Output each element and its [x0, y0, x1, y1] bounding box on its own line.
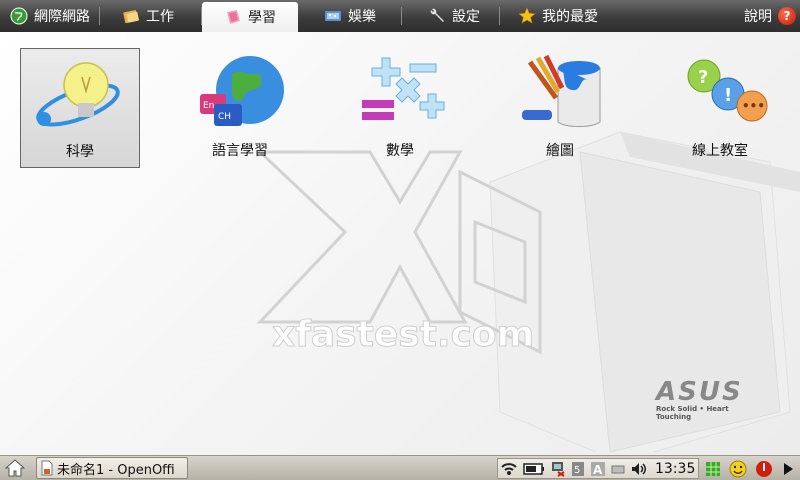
app-label: 繪圖	[546, 143, 574, 159]
drive-icon[interactable]	[611, 463, 625, 475]
svg-text:A: A	[593, 463, 603, 477]
brand-tagline: Rock Solid • Heart Touching	[656, 405, 729, 421]
online-classroom-icon: ? ! •••	[687, 59, 768, 122]
entertainment-icon	[324, 7, 342, 25]
battery-icon[interactable]	[523, 462, 545, 475]
tab-label: 娛樂	[348, 9, 376, 25]
asus-logo: ASUS Rock Solid • Heart Touching	[656, 377, 766, 421]
svg-text:5: 5	[574, 465, 580, 476]
svg-text:•••: •••	[742, 99, 765, 113]
taskbar: 未命名1 - OpenOffi 5 A 13:35	[0, 455, 800, 480]
app-label: 數學	[386, 143, 414, 159]
help-icon: ?	[778, 7, 796, 25]
tab-settings[interactable]: 設定	[402, 0, 500, 32]
app-online-classroom[interactable]: ? ! ••• 線上教室	[660, 48, 780, 168]
globe-language-icon: En CH	[200, 56, 284, 126]
brand-name: ASUS	[656, 377, 743, 407]
app-label: 科學	[66, 144, 94, 160]
document-icon	[41, 460, 53, 476]
volume-icon[interactable]	[630, 461, 648, 477]
tab-label: 我的最愛	[542, 9, 598, 25]
learning-icon	[224, 8, 242, 26]
svg-text:!: !	[724, 85, 732, 106]
tab-learning[interactable]: 學習	[202, 2, 298, 32]
tab-label: 網際網路	[34, 9, 90, 25]
tab-label: 工作	[146, 9, 174, 25]
wrench-icon	[428, 7, 446, 25]
network-icon[interactable]	[550, 461, 566, 477]
tab-internet[interactable]: 網際網路	[0, 0, 100, 32]
app-drawing[interactable]: 繪圖	[500, 48, 620, 168]
tab-favorites[interactable]: 我的最愛	[500, 0, 608, 32]
home-icon	[5, 459, 25, 477]
task-label: 未命名1 - OpenOffi	[57, 462, 175, 478]
app-language-learning[interactable]: En CH 語言學習	[180, 48, 300, 168]
help-button[interactable]: 說明 ?	[744, 0, 796, 32]
folder-icon	[122, 7, 140, 25]
task-openoffice[interactable]: 未命名1 - OpenOffi	[36, 457, 188, 479]
keyboard-icon[interactable]: 5	[571, 461, 585, 477]
app-label: 語言學習	[212, 143, 268, 159]
paint-bucket-icon	[522, 54, 601, 127]
star-icon	[518, 7, 536, 25]
globe-icon	[10, 7, 28, 25]
home-button[interactable]	[0, 456, 30, 480]
app-label: 線上教室	[692, 143, 748, 159]
arrow-right-icon[interactable]	[781, 462, 795, 476]
smiley-icon[interactable]	[729, 460, 747, 478]
tab-entertainment[interactable]: 娛樂	[298, 0, 402, 32]
power-icon[interactable]	[755, 460, 773, 478]
clock: 13:35	[655, 460, 696, 477]
app-math[interactable]: 數學	[340, 48, 460, 168]
top-tab-bar: 網際網路 工作 學習 娛樂 設定 我的最愛 說明 ?	[0, 0, 800, 32]
grid-icon[interactable]	[705, 461, 721, 477]
tab-label: 學習	[248, 10, 276, 26]
main-area: xfastest.com 科學 En CH 語言學習 數學 繪圖 ? ! •••…	[0, 32, 800, 455]
svg-text:?: ?	[698, 67, 708, 88]
tab-work[interactable]: 工作	[100, 0, 202, 32]
svg-text:En: En	[203, 101, 214, 111]
tab-label: 設定	[452, 9, 480, 25]
tray-right-group	[705, 458, 795, 479]
app-science[interactable]: 科學	[20, 48, 140, 168]
help-label: 說明	[744, 9, 772, 25]
math-symbols-icon	[362, 57, 445, 120]
watermark-text: xfastest.com	[271, 314, 535, 356]
font-icon[interactable]: A	[590, 461, 606, 477]
wireless-icon[interactable]	[500, 462, 518, 476]
system-tray: 5 A 13:35	[497, 458, 699, 479]
svg-text:CH: CH	[218, 112, 231, 122]
lightbulb-icon	[36, 62, 120, 127]
